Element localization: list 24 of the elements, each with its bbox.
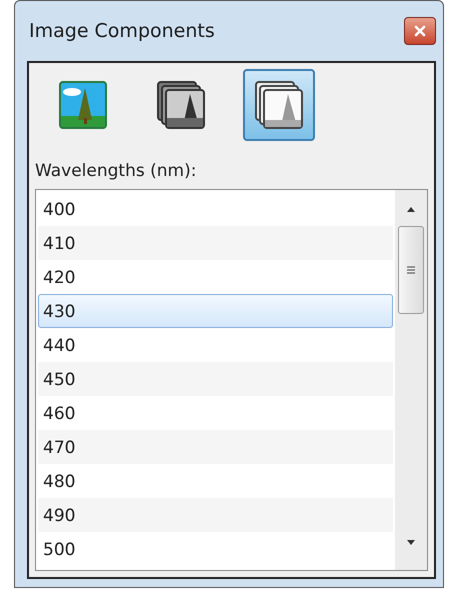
scroll-up-icon[interactable]	[406, 206, 416, 212]
wavelength-item[interactable]: 410	[38, 226, 393, 260]
close-icon	[414, 25, 426, 37]
window-title: Image Components	[28, 20, 215, 42]
wavelength-item[interactable]: 460	[38, 396, 393, 430]
wavelength-item[interactable]: 490	[38, 498, 393, 532]
grayscale-stack-icon	[156, 80, 206, 130]
view-mode-button[interactable]	[243, 69, 315, 141]
wavelengths-label: Wavelengths (nm):	[35, 161, 198, 181]
wavelength-item[interactable]: 400	[38, 192, 393, 226]
wavelength-item[interactable]: 500	[38, 532, 393, 566]
wavelength-item[interactable]: 450	[38, 362, 393, 396]
wavelength-item[interactable]: 470	[38, 430, 393, 464]
wavelength-item[interactable]: 420	[38, 260, 393, 294]
landscape-icon	[58, 80, 108, 130]
wavelength-item[interactable]: 480	[38, 464, 393, 498]
close-button[interactable]	[404, 17, 436, 45]
spectral-stack-icon	[254, 80, 304, 130]
wavelength-item[interactable]: 430	[38, 294, 393, 328]
scroll-down-icon[interactable]	[406, 540, 416, 546]
grip-icon	[407, 265, 415, 275]
scrollbar[interactable]	[395, 190, 427, 570]
wavelength-item[interactable]: 440	[38, 328, 393, 362]
scroll-thumb[interactable]	[398, 226, 424, 314]
